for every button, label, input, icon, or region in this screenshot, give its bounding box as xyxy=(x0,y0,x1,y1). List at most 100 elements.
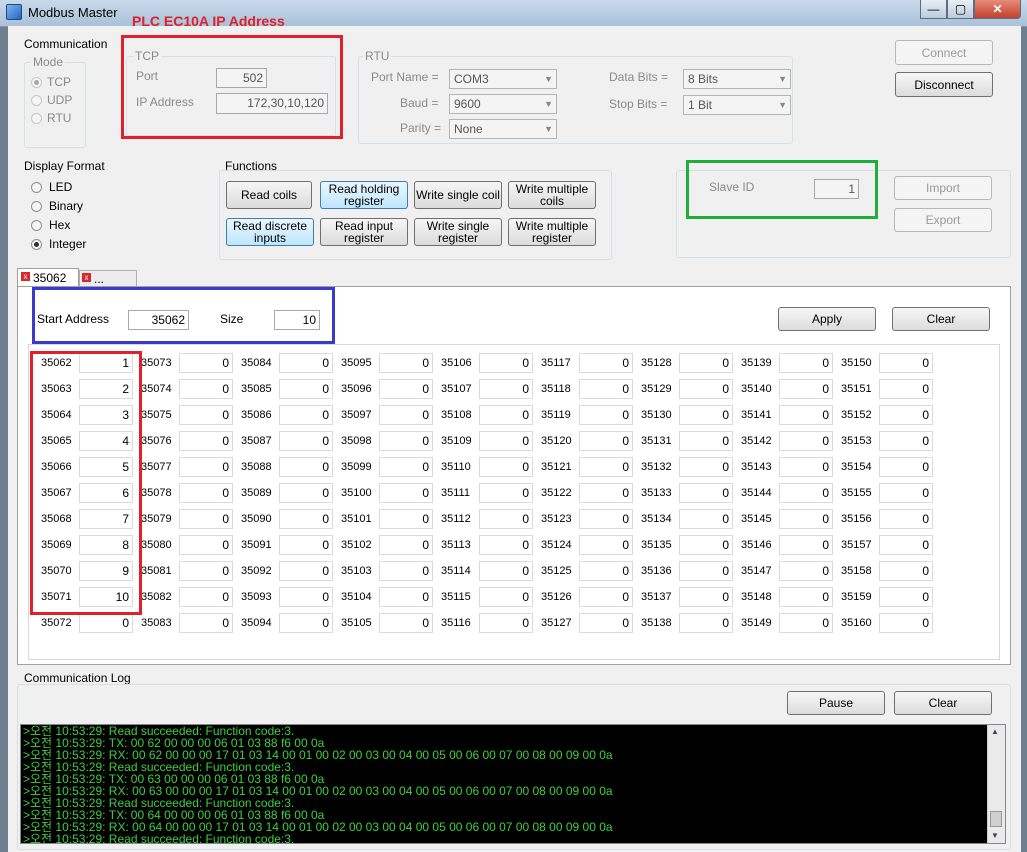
log-output[interactable]: >오전 10:53:29: Read succeeded: Function c… xyxy=(20,724,1006,844)
register-value-input[interactable]: 0 xyxy=(679,535,733,555)
register-value-input[interactable]: 0 xyxy=(179,561,233,581)
clear-log-button[interactable]: Clear xyxy=(894,691,992,715)
register-value-input[interactable]: 0 xyxy=(579,535,633,555)
register-value-input[interactable]: 0 xyxy=(879,613,933,633)
register-value-input[interactable]: 0 xyxy=(479,587,533,607)
scroll-up-icon[interactable]: ▲ xyxy=(991,727,999,736)
register-value-input[interactable]: 0 xyxy=(479,431,533,451)
register-value-input[interactable]: 0 xyxy=(579,561,633,581)
write-multiple-coils-button[interactable]: Write multiple coils xyxy=(508,181,596,209)
register-value-input[interactable]: 0 xyxy=(579,457,633,477)
mode-udp-radio[interactable] xyxy=(31,95,42,106)
log-scrollbar[interactable]: ▲ ▼ xyxy=(987,725,1005,843)
register-value-input[interactable]: 0 xyxy=(879,587,933,607)
register-value-input[interactable]: 0 xyxy=(779,457,833,477)
register-value-input[interactable]: 0 xyxy=(279,561,333,581)
read-holding-register-button[interactable]: Read holding register xyxy=(320,181,408,209)
register-value-input[interactable]: 0 xyxy=(679,587,733,607)
register-value-input[interactable]: 0 xyxy=(879,379,933,399)
register-value-input[interactable]: 0 xyxy=(579,613,633,633)
close-tab-icon[interactable]: x xyxy=(21,272,30,281)
register-value-input[interactable]: 0 xyxy=(179,379,233,399)
scroll-thumb[interactable] xyxy=(990,811,1002,827)
register-value-input[interactable]: 0 xyxy=(779,613,833,633)
register-value-input[interactable]: 0 xyxy=(279,405,333,425)
register-value-input[interactable]: 0 xyxy=(679,353,733,373)
register-value-input[interactable]: 0 xyxy=(779,431,833,451)
tab-35062[interactable]: x 35062 xyxy=(17,268,79,287)
register-value-input[interactable]: 0 xyxy=(779,379,833,399)
register-value-input[interactable]: 0 xyxy=(379,561,433,581)
register-value-input[interactable]: 0 xyxy=(179,535,233,555)
stop-bits-select[interactable]: 1 Bit ▼ xyxy=(683,95,791,115)
register-value-input[interactable]: 0 xyxy=(479,509,533,529)
register-value-input[interactable]: 0 xyxy=(579,353,633,373)
register-value-input[interactable]: 0 xyxy=(579,483,633,503)
register-value-input[interactable]: 0 xyxy=(879,483,933,503)
register-value-input[interactable]: 0 xyxy=(779,405,833,425)
register-value-input[interactable]: 0 xyxy=(679,379,733,399)
register-value-input[interactable]: 0 xyxy=(479,379,533,399)
register-value-input[interactable]: 0 xyxy=(879,535,933,555)
register-value-input[interactable]: 0 xyxy=(379,431,433,451)
register-value-input[interactable]: 0 xyxy=(379,587,433,607)
scroll-down-icon[interactable]: ▼ xyxy=(991,831,999,840)
register-value-input[interactable]: 0 xyxy=(179,457,233,477)
clear-range-button[interactable]: Clear xyxy=(892,307,990,331)
register-value-input[interactable]: 0 xyxy=(779,587,833,607)
register-value-input[interactable]: 0 xyxy=(579,405,633,425)
write-multiple-register-button[interactable]: Write multiple register xyxy=(508,218,596,246)
import-button[interactable]: Import xyxy=(894,176,992,200)
register-value-input[interactable]: 0 xyxy=(679,431,733,451)
register-value-input[interactable]: 0 xyxy=(879,457,933,477)
register-value-input[interactable]: 0 xyxy=(479,405,533,425)
register-value-input[interactable]: 0 xyxy=(279,613,333,633)
register-value-input[interactable]: 0 xyxy=(479,353,533,373)
register-value-input[interactable]: 0 xyxy=(179,353,233,373)
register-value-input[interactable]: 0 xyxy=(179,405,233,425)
register-value-input[interactable]: 0 xyxy=(779,483,833,503)
export-button[interactable]: Export xyxy=(894,208,992,232)
register-value-input[interactable]: 0 xyxy=(479,457,533,477)
register-value-input[interactable]: 0 xyxy=(279,457,333,477)
register-value-input[interactable]: 0 xyxy=(779,353,833,373)
connect-button[interactable]: Connect xyxy=(895,40,993,65)
data-bits-select[interactable]: 8 Bits ▼ xyxy=(683,69,791,89)
baud-select[interactable]: 9600 ▼ xyxy=(449,94,557,114)
register-value-input[interactable]: 0 xyxy=(779,561,833,581)
register-value-input[interactable]: 0 xyxy=(279,587,333,607)
register-value-input[interactable]: 0 xyxy=(479,561,533,581)
register-value-input[interactable]: 0 xyxy=(679,457,733,477)
register-value-input[interactable]: 0 xyxy=(379,457,433,477)
close-tab-icon[interactable]: x xyxy=(82,273,91,282)
register-value-input[interactable]: 0 xyxy=(279,509,333,529)
register-value-input[interactable]: 0 xyxy=(779,535,833,555)
parity-select[interactable]: None ▼ xyxy=(449,119,557,139)
register-value-input[interactable]: 0 xyxy=(279,535,333,555)
register-value-input[interactable]: 0 xyxy=(879,353,933,373)
disconnect-button[interactable]: Disconnect xyxy=(895,72,993,97)
register-value-input[interactable]: 0 xyxy=(279,431,333,451)
register-value-input[interactable]: 0 xyxy=(679,483,733,503)
register-value-input[interactable]: 0 xyxy=(179,587,233,607)
register-value-input[interactable]: 0 xyxy=(479,483,533,503)
register-value-input[interactable]: 0 xyxy=(679,613,733,633)
register-value-input[interactable]: 0 xyxy=(179,431,233,451)
write-single-register-button[interactable]: Write single register xyxy=(414,218,502,246)
pause-button[interactable]: Pause xyxy=(787,691,885,715)
register-value-input[interactable]: 0 xyxy=(679,405,733,425)
register-value-input[interactable]: 0 xyxy=(179,483,233,503)
read-input-register-button[interactable]: Read input register xyxy=(320,218,408,246)
read-coils-button[interactable]: Read coils xyxy=(226,181,312,209)
close-window-button[interactable]: ✕ xyxy=(974,0,1021,19)
register-value-input[interactable]: 0 xyxy=(379,379,433,399)
port-name-select[interactable]: COM3 ▼ xyxy=(449,69,557,89)
register-value-input[interactable]: 0 xyxy=(579,509,633,529)
register-value-input[interactable]: 0 xyxy=(579,587,633,607)
register-value-input[interactable]: 0 xyxy=(379,535,433,555)
read-discrete-inputs-button[interactable]: Read discrete inputs xyxy=(226,218,314,246)
register-value-input[interactable]: 0 xyxy=(379,405,433,425)
format-integer-radio[interactable] xyxy=(31,239,42,250)
tab-new[interactable]: x ... xyxy=(79,270,137,287)
register-value-input[interactable]: 0 xyxy=(779,509,833,529)
